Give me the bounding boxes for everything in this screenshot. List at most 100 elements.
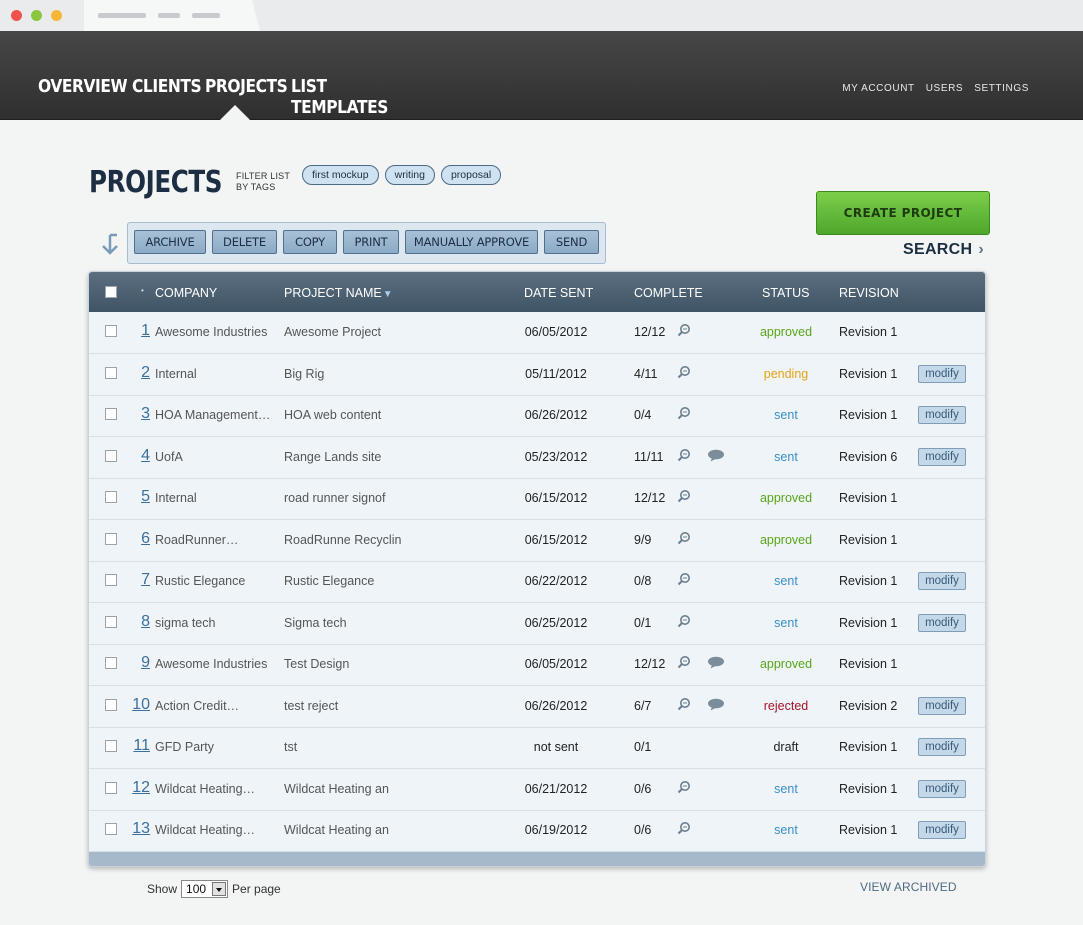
dropdown-arrow-icon[interactable] bbox=[212, 882, 227, 896]
nav-clients[interactable]: CLIENTS bbox=[132, 76, 202, 118]
preview-zoom-icon[interactable] bbox=[677, 697, 691, 714]
header-status[interactable]: STATUS bbox=[762, 286, 809, 300]
tag-proposal[interactable]: proposal bbox=[440, 165, 502, 185]
header-company[interactable]: COMPANY bbox=[155, 286, 217, 300]
modify-button[interactable]: modify bbox=[918, 696, 966, 715]
preview-zoom-icon[interactable] bbox=[677, 489, 691, 506]
show-label: Show bbox=[147, 882, 178, 896]
nav-list-templates[interactable]: LIST TEMPLATES bbox=[291, 76, 394, 118]
table-row[interactable]: 2 Internal Big Rig 05/11/2012 4/11 pending Rev… bbox=[89, 354, 985, 396]
comment-bubble-icon[interactable] bbox=[707, 449, 725, 465]
header-complete[interactable]: COMPLETE bbox=[634, 286, 703, 300]
modify-button[interactable]: modify bbox=[918, 779, 966, 798]
row-checkbox[interactable] bbox=[105, 781, 117, 794]
row-number-link[interactable]: 7 bbox=[120, 571, 150, 589]
nav-users[interactable]: USERS bbox=[926, 83, 963, 94]
table-row[interactable]: 1 Awesome Industries Awesome Project 06/05/… bbox=[89, 312, 985, 354]
cell-company: Internal bbox=[155, 366, 197, 381]
row-number-link[interactable]: 2 bbox=[120, 364, 150, 382]
table-row[interactable]: 13 Wildcat Heating… Wildcat Heating an 06/1… bbox=[89, 810, 985, 852]
row-checkbox[interactable] bbox=[105, 449, 117, 462]
search-link[interactable]: SEARCH › bbox=[903, 241, 984, 259]
row-checkbox[interactable] bbox=[105, 823, 117, 835]
modify-button[interactable]: modify bbox=[918, 572, 966, 590]
cell-company: Action Credit… bbox=[155, 698, 240, 713]
table-row[interactable]: 12 Wildcat Heating… Wildcat Heating an 06/2… bbox=[89, 769, 985, 811]
header-project-name[interactable]: PROJECT NAME▼ bbox=[284, 286, 393, 300]
preview-zoom-icon[interactable] bbox=[677, 323, 691, 340]
modify-button[interactable]: modify bbox=[918, 447, 966, 466]
preview-zoom-icon[interactable] bbox=[677, 531, 691, 548]
row-checkbox[interactable] bbox=[105, 615, 117, 628]
table-row[interactable]: 7 Rustic Elegance Rustic Elegance 06/22/201… bbox=[89, 561, 985, 603]
nav-overview[interactable]: OVERVIEW bbox=[38, 76, 128, 118]
table-row[interactable]: 4 UofA Range Lands site 05/23/2012 11/11 sent… bbox=[89, 437, 985, 479]
preview-zoom-icon[interactable] bbox=[677, 406, 691, 423]
select-all-checkbox[interactable] bbox=[105, 286, 117, 298]
preview-zoom-icon[interactable] bbox=[677, 365, 691, 382]
table-row[interactable]: 9 Awesome Industries Test Design 06/05/2012… bbox=[89, 644, 985, 686]
cell-project-name: tst bbox=[284, 740, 298, 754]
table-row[interactable]: 6 RoadRunner… RoadRunne Recyclin 06/15/2012… bbox=[89, 520, 985, 562]
tag-writing[interactable]: writing bbox=[384, 165, 435, 185]
row-checkbox[interactable] bbox=[105, 740, 117, 752]
row-checkbox[interactable] bbox=[105, 698, 117, 711]
row-number-link[interactable]: 3 bbox=[120, 405, 150, 423]
preview-zoom-icon[interactable] bbox=[677, 821, 691, 838]
copy-button[interactable]: COPY bbox=[283, 230, 337, 254]
close-window-dot[interactable] bbox=[11, 10, 22, 21]
row-checkbox[interactable] bbox=[105, 574, 117, 586]
header-date-sent[interactable]: DATE SENT bbox=[524, 286, 593, 300]
row-checkbox[interactable] bbox=[105, 325, 117, 337]
cell-revision: Revision 1 bbox=[839, 781, 898, 796]
row-number-link[interactable]: 12 bbox=[120, 779, 150, 797]
row-number-link[interactable]: 1 bbox=[120, 322, 150, 340]
nav-settings[interactable]: SETTINGS bbox=[974, 83, 1029, 94]
modify-button[interactable]: modify bbox=[918, 821, 966, 839]
table-row[interactable]: 11 GFD Party tst not sent 0/1 draft Revision 1… bbox=[89, 727, 985, 769]
per-page-select[interactable]: 100 bbox=[181, 880, 229, 898]
row-number-link[interactable]: 8 bbox=[120, 613, 150, 631]
row-checkbox[interactable] bbox=[105, 366, 117, 379]
row-checkbox[interactable] bbox=[105, 408, 117, 420]
comment-bubble-icon[interactable] bbox=[707, 656, 725, 672]
create-project-button[interactable]: CREATE PROJECT bbox=[816, 191, 990, 235]
tag-first-mockup[interactable]: first mockup bbox=[302, 165, 379, 185]
modify-button[interactable]: modify bbox=[918, 613, 966, 632]
row-number-link[interactable]: 10 bbox=[120, 696, 150, 714]
preview-zoom-icon[interactable] bbox=[677, 780, 691, 797]
view-archived-link[interactable]: VIEW ARCHIVED bbox=[860, 880, 957, 894]
modify-button[interactable]: modify bbox=[918, 364, 966, 383]
row-checkbox[interactable] bbox=[105, 491, 117, 503]
modify-button[interactable]: modify bbox=[918, 406, 966, 424]
row-checkbox[interactable] bbox=[105, 657, 117, 669]
modify-button[interactable]: modify bbox=[918, 738, 966, 756]
row-number-link[interactable]: 11 bbox=[120, 737, 150, 755]
preview-zoom-icon[interactable] bbox=[677, 614, 691, 631]
row-number-link[interactable]: 5 bbox=[120, 488, 150, 506]
preview-zoom-icon[interactable] bbox=[677, 655, 691, 672]
comment-bubble-icon[interactable] bbox=[707, 698, 725, 714]
table-row[interactable]: 5 Internal road runner signof 06/15/2012 12/… bbox=[89, 478, 985, 520]
delete-button[interactable]: DELETE bbox=[212, 230, 277, 254]
preview-zoom-icon[interactable] bbox=[677, 572, 691, 589]
nav-my-account[interactable]: MY ACCOUNT bbox=[842, 83, 915, 94]
row-number-link[interactable]: 9 bbox=[120, 654, 150, 672]
manually-approve-button[interactable]: MANUALLY APPROVE bbox=[405, 230, 538, 254]
browser-tab[interactable] bbox=[84, 0, 260, 31]
table-row[interactable]: 10 Action Credit… test reject 06/26/2012 6/7… bbox=[89, 686, 985, 728]
table-row[interactable]: 8 sigma tech Sigma tech 06/25/2012 0/1 sent Re… bbox=[89, 603, 985, 645]
table-row[interactable]: 3 HOA Management… HOA web content 06/26/201… bbox=[89, 395, 985, 437]
header-revision[interactable]: REVISION bbox=[839, 286, 899, 300]
row-checkbox[interactable] bbox=[105, 532, 117, 545]
maximize-window-dot[interactable] bbox=[31, 10, 42, 21]
row-number-link[interactable]: 4 bbox=[120, 447, 150, 465]
minimize-window-dot[interactable] bbox=[51, 10, 62, 21]
row-number-link[interactable]: 13 bbox=[120, 820, 150, 838]
archive-button[interactable]: ARCHIVE bbox=[134, 230, 206, 254]
send-button[interactable]: SEND bbox=[544, 230, 599, 254]
preview-zoom-icon[interactable] bbox=[677, 448, 691, 465]
cell-company: Internal bbox=[155, 491, 197, 505]
row-number-link[interactable]: 6 bbox=[120, 530, 150, 548]
print-button[interactable]: PRINT bbox=[343, 230, 399, 254]
